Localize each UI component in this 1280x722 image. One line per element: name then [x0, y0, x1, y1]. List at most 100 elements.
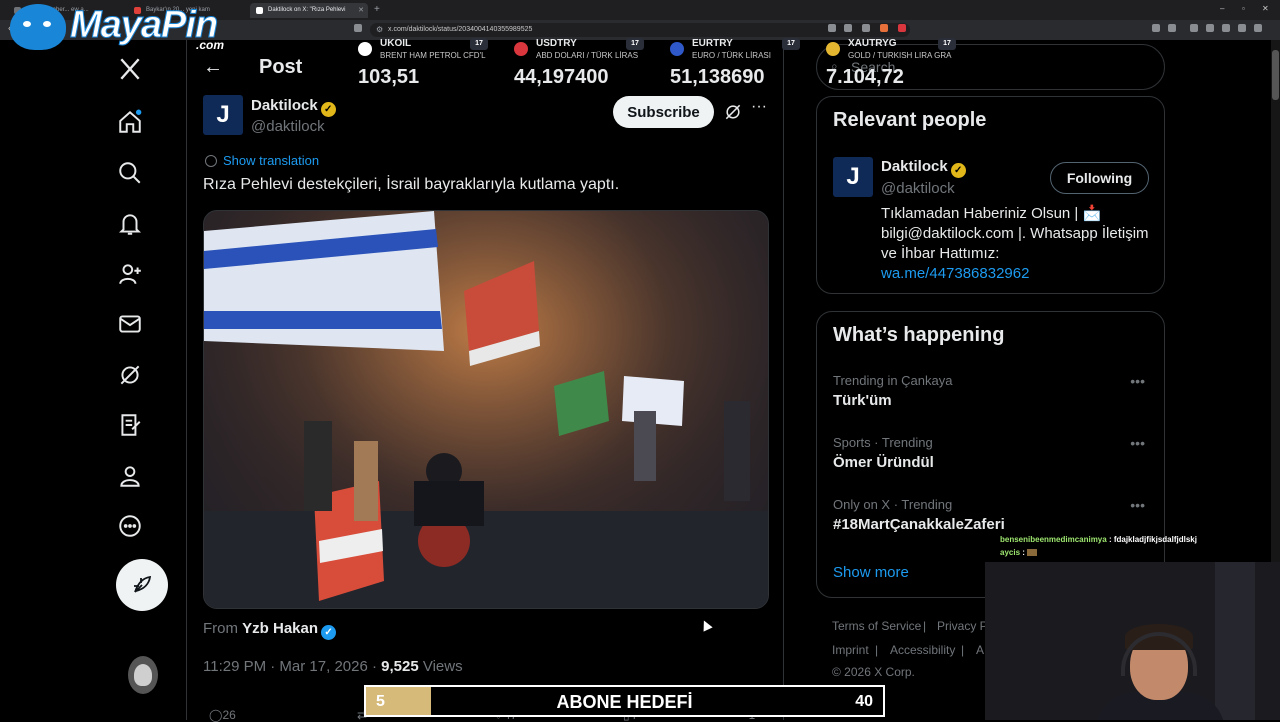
ticker-value: 44,197400: [514, 66, 609, 88]
trend-topic: Ömer Üründül: [833, 454, 934, 471]
ticker-symbol: XAUTRYG: [848, 38, 897, 49]
chat-message: bensenibeenmedimcanimya : fdajkladjfikjs…: [1000, 535, 1270, 544]
accessibility-link[interactable]: Accessibility: [890, 644, 955, 656]
tab-close-icon[interactable]: ✕: [358, 6, 364, 14]
notifications-icon[interactable]: [115, 209, 145, 239]
x-logo-icon[interactable]: [115, 54, 145, 84]
follow-icon[interactable]: [115, 259, 145, 289]
scrollbar-thumb[interactable]: [1272, 50, 1279, 100]
subscribe-button[interactable]: Subscribe: [613, 96, 714, 128]
goal-label: ABONE HEDEFİ: [556, 692, 693, 712]
show-translation-link[interactable]: Show translation: [205, 153, 319, 168]
feather-icon: [134, 575, 152, 593]
stream-chat: bensenibeenmedimcanimya : fdajkladjfikjs…: [1000, 535, 1270, 561]
post-text: Rıza Pehlevi destekçileri, İsrail bayrak…: [203, 176, 620, 193]
ticker-value: 103,51: [358, 66, 420, 88]
lists-icon[interactable]: [115, 410, 145, 440]
ticker-value: 51,138690: [670, 66, 765, 88]
relevant-avatar[interactable]: J: [833, 157, 873, 197]
source-author-name[interactable]: Yzb Hakan: [242, 620, 318, 637]
author-name[interactable]: Daktilock ✓: [251, 97, 336, 117]
chat-username: bensenibeenmedimcanimya: [1000, 535, 1107, 544]
privacy-link[interactable]: Privacy P: [937, 620, 988, 632]
show-translation-label: Show translation: [223, 153, 320, 168]
grok-icon[interactable]: [115, 360, 145, 390]
messages-icon[interactable]: [115, 309, 145, 339]
post-button[interactable]: [116, 559, 168, 611]
tradingview-icon: 17: [470, 38, 488, 50]
account-avatar[interactable]: [128, 656, 158, 694]
bookmark-icon[interactable]: [354, 24, 362, 32]
ads-link[interactable]: A: [976, 644, 984, 656]
extension-icon[interactable]: [828, 24, 836, 32]
extension-icon[interactable]: [1152, 24, 1160, 32]
ticker-item: UKOIL BRENT HAM PETROL CFD'L 17 103,51: [358, 38, 508, 88]
whats-happening-title: What’s happening: [833, 324, 1005, 346]
profile-icon[interactable]: [1238, 24, 1246, 32]
zoom-icon[interactable]: [844, 24, 852, 32]
ticker-description: GOLD / TURKISH LIRA GRA: [848, 51, 952, 60]
trend-context: Trending in Çankaya: [833, 373, 953, 388]
search-icon[interactable]: [115, 158, 145, 188]
trend-item[interactable]: Sports · Trending Ömer Üründül •••: [833, 435, 1153, 479]
goal-target: 40: [855, 693, 873, 710]
market-ticker: UKOIL BRENT HAM PETROL CFD'L 17 103,51 U…: [358, 38, 963, 88]
downloads-icon[interactable]: [1222, 24, 1230, 32]
browser-tab-active[interactable]: Daktilock on X: "Rıza Pehlevi ✕: [250, 3, 368, 18]
tradingview-icon: 17: [782, 38, 800, 50]
menu-icon[interactable]: [1254, 24, 1262, 32]
close-window-button[interactable]: ✕: [1262, 4, 1269, 13]
footer-separator: |: [875, 643, 879, 657]
wallet-icon[interactable]: [1206, 24, 1214, 32]
trend-more-icon[interactable]: •••: [1130, 373, 1145, 389]
trend-topic: #18MartÇanakkaleZaferi: [833, 516, 1005, 533]
logo-suffix: .com: [196, 38, 225, 52]
brave-shield-icon[interactable]: [880, 24, 888, 32]
author-handle[interactable]: @daktilock: [251, 118, 325, 135]
views-label: Views: [418, 658, 463, 675]
sidebar-icon[interactable]: [1190, 24, 1198, 32]
from-prefix: From: [203, 620, 243, 637]
ticker-symbol: EURTRY: [692, 38, 733, 49]
trend-more-icon[interactable]: •••: [1130, 497, 1145, 513]
show-more-link[interactable]: Show more: [833, 564, 909, 581]
oil-drop-icon: [358, 42, 372, 56]
tab-title: Daktilock on X: "Rıza Pehlevi: [268, 7, 346, 13]
subscriber-goal-bar: 5 ABONE HEDEFİ 40: [364, 685, 885, 717]
relevant-name-text: Daktilock: [881, 158, 948, 175]
grok-icon[interactable]: [723, 102, 743, 122]
rewards-icon[interactable]: [898, 24, 906, 32]
relevant-bio: Tıklamadan Haberiniz Olsun | 📩 bilgi@dak…: [881, 204, 1151, 284]
author-avatar[interactable]: J: [203, 95, 243, 135]
back-arrow-icon[interactable]: ←: [203, 56, 223, 79]
share-icon[interactable]: [862, 24, 870, 32]
profile-icon[interactable]: [115, 461, 145, 491]
home-icon[interactable]: [115, 107, 145, 137]
left-navigation: [100, 40, 185, 720]
x-favicon-icon: [256, 7, 263, 14]
new-tab-button[interactable]: +: [374, 4, 380, 15]
restore-button[interactable]: ▫: [1242, 4, 1245, 13]
imprint-link[interactable]: Imprint: [832, 644, 869, 656]
footer-separator: |: [961, 643, 965, 657]
relevant-handle[interactable]: @daktilock: [881, 180, 955, 197]
chat-username: aycis: [1000, 548, 1021, 557]
trend-item[interactable]: Trending in Çankaya Türk'üm •••: [833, 373, 1153, 417]
extension-icon[interactable]: [1168, 24, 1176, 32]
tradingview-icon: 17: [626, 38, 644, 50]
following-button[interactable]: Following: [1050, 162, 1149, 194]
bio-link[interactable]: wa.me/447386832962: [881, 265, 1029, 282]
trend-more-icon[interactable]: •••: [1130, 435, 1145, 451]
trend-context: Sports · Trending: [833, 435, 933, 450]
post-video[interactable]: [203, 210, 769, 609]
more-icon[interactable]: [115, 511, 145, 541]
relevant-name[interactable]: Daktilock ✓: [881, 158, 966, 178]
site-info-icon[interactable]: ⚙: [376, 25, 383, 34]
ticker-symbol: USDTRY: [536, 38, 577, 49]
minimize-button[interactable]: –: [1220, 4, 1224, 13]
more-options-icon[interactable]: ···: [751, 98, 767, 116]
ticker-description: ABD DOLARI / TÜRK LİRAS: [536, 51, 639, 60]
verified-gold-icon: ✓: [950, 163, 966, 178]
post-timestamp[interactable]: 11:29 PM · Mar 17, 2026 ·: [203, 658, 381, 675]
terms-link[interactable]: Terms of Service: [832, 620, 921, 632]
